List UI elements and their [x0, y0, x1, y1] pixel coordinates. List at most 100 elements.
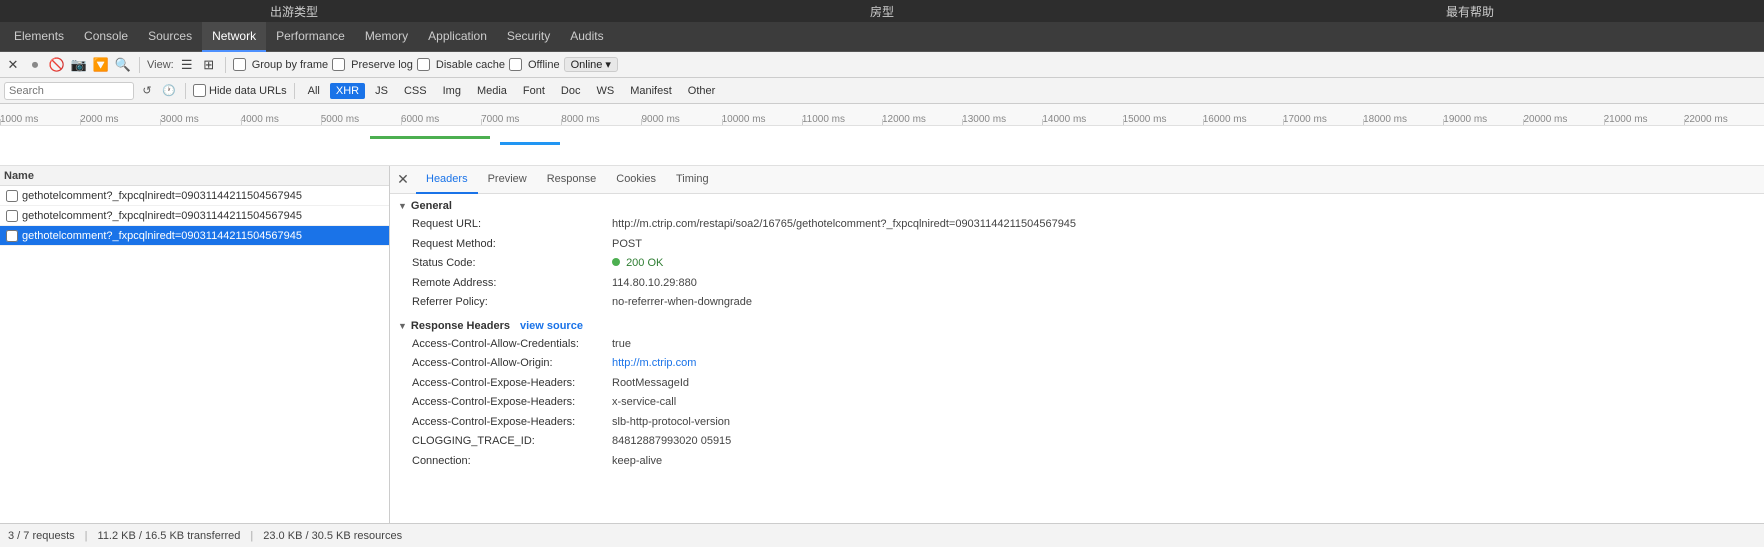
tab-performance[interactable]: Performance [266, 22, 355, 52]
record-button[interactable]: ⏺ [26, 56, 44, 74]
filter-doc-button[interactable]: Doc [555, 83, 587, 99]
chevron-down-icon: ▾ [605, 58, 611, 71]
tab-memory[interactable]: Memory [355, 22, 418, 52]
close-devtools-button[interactable]: ✕ [4, 56, 22, 74]
search-button[interactable]: 🔍 [114, 56, 132, 74]
response-header-row-2: Access-Control-Expose-Headers: RootMessa… [398, 375, 1756, 392]
refresh-filter-button[interactable]: ↺ [138, 82, 156, 100]
clock-filter-button[interactable]: 🕐 [160, 82, 178, 100]
status-dot [612, 258, 620, 266]
response-header-row-4: Access-Control-Expose-Headers: slb-http-… [398, 414, 1756, 431]
remote-address-row: Remote Address: 114.80.10.29:880 [398, 275, 1756, 292]
network-item-name: gethotelcomment?_fxpcqlniredt=0903114421… [22, 210, 302, 222]
ruler-tick: 11000 ms [802, 114, 845, 125]
offline-label[interactable]: Offline [509, 58, 560, 71]
devtools-tab-bar: Elements Console Sources Network Perform… [0, 22, 1764, 52]
tab-network[interactable]: Network [202, 22, 266, 52]
ruler-tick: 6000 ms [401, 114, 439, 125]
green-bar [370, 136, 490, 139]
filter-css-button[interactable]: CSS [398, 83, 433, 99]
tab-elements[interactable]: Elements [4, 22, 74, 52]
response-headers-section-header[interactable]: ▼ Response Headers view source [398, 320, 1756, 332]
requests-count: 3 / 7 requests [8, 530, 75, 542]
offline-checkbox[interactable] [509, 58, 522, 71]
headers-tabs-row: ✕ Headers Preview Response Cookies Timin… [390, 166, 1764, 194]
filter-xhr-button[interactable]: XHR [330, 83, 365, 99]
top-title-left: 出游类型 [0, 0, 588, 22]
tab-headers[interactable]: Headers [416, 166, 478, 194]
tab-preview[interactable]: Preview [478, 166, 537, 194]
response-header-key-1: Access-Control-Allow-Origin: [412, 355, 612, 372]
triangle-icon: ▼ [398, 201, 407, 211]
referrer-policy-row: Referrer Policy: no-referrer-when-downgr… [398, 294, 1756, 311]
view-source-link[interactable]: view source [520, 320, 583, 332]
tab-security[interactable]: Security [497, 22, 560, 52]
close-panel-button[interactable]: ✕ [394, 171, 412, 189]
ruler-tick: 4000 ms [241, 114, 279, 125]
toolbar-separator2 [225, 57, 226, 73]
ruler-tick: 18000 ms [1363, 114, 1407, 125]
item-checkbox-0[interactable] [6, 190, 18, 202]
ruler-tick: 19000 ms [1443, 114, 1487, 125]
disable-cache-checkbox[interactable] [417, 58, 430, 71]
tab-cookies[interactable]: Cookies [606, 166, 666, 194]
request-method-key: Request Method: [412, 236, 612, 253]
ruler-tick: 12000 ms [882, 114, 926, 125]
preserve-log-checkbox[interactable] [332, 58, 345, 71]
hide-data-urls-label[interactable]: Hide data URLs [193, 84, 287, 97]
resources-size: 23.0 KB / 30.5 KB resources [263, 530, 402, 542]
filter-img-button[interactable]: Img [437, 83, 467, 99]
network-item[interactable]: gethotelcomment?_fxpcqlniredt=0903114421… [0, 186, 389, 206]
filter-js-button[interactable]: JS [369, 83, 394, 99]
item-checkbox-1[interactable] [6, 210, 18, 222]
filter-separator2 [294, 83, 295, 99]
tab-audits[interactable]: Audits [560, 22, 613, 52]
filter-ws-button[interactable]: WS [590, 83, 620, 99]
top-title-bar: 出游类型 房型 最有帮助 [0, 0, 1764, 22]
filter-other-button[interactable]: Other [682, 83, 722, 99]
filter-media-button[interactable]: Media [471, 83, 513, 99]
disable-cache-label[interactable]: Disable cache [417, 58, 505, 71]
ruler-tick: 21000 ms [1604, 114, 1648, 125]
filter-all-button[interactable]: All [302, 83, 326, 99]
blue-bar [500, 142, 560, 145]
camera-button[interactable]: 📷 [70, 56, 88, 74]
group-by-frame-label[interactable]: Group by frame [233, 58, 328, 71]
online-badge[interactable]: Online ▾ [564, 57, 618, 72]
triangle-icon2: ▼ [398, 321, 407, 331]
tab-response[interactable]: Response [537, 166, 607, 194]
response-header-key-2: Access-Control-Expose-Headers: [412, 375, 612, 392]
network-item[interactable]: gethotelcomment?_fxpcqlniredt=0903114421… [0, 206, 389, 226]
request-method-value: POST [612, 236, 642, 253]
response-header-key-6: Connection: [412, 453, 612, 470]
tab-application[interactable]: Application [418, 22, 497, 52]
search-input[interactable] [4, 82, 134, 100]
response-header-val-3: x-service-call [612, 394, 676, 411]
preserve-log-label[interactable]: Preserve log [332, 58, 413, 71]
timeline-bar-area [0, 126, 1764, 166]
ruler-tick: 14000 ms [1042, 114, 1086, 125]
view-list-button[interactable]: ☰ [178, 56, 196, 74]
group-by-frame-checkbox[interactable] [233, 58, 246, 71]
response-header-key-0: Access-Control-Allow-Credentials: [412, 336, 612, 353]
network-item-selected[interactable]: gethotelcomment?_fxpcqlniredt=0903114421… [0, 226, 389, 246]
item-checkbox-2[interactable] [6, 230, 18, 242]
main-layout: Name gethotelcomment?_fxpcqlniredt=09031… [0, 166, 1764, 523]
response-header-key-4: Access-Control-Expose-Headers: [412, 414, 612, 431]
response-header-row-0: Access-Control-Allow-Credentials: true [398, 336, 1756, 353]
tab-console[interactable]: Console [74, 22, 138, 52]
response-header-row-1: Access-Control-Allow-Origin: http://m.ct… [398, 355, 1756, 372]
hide-data-urls-checkbox[interactable] [193, 84, 206, 97]
filter-font-button[interactable]: Font [517, 83, 551, 99]
general-section-header[interactable]: ▼ General [398, 200, 1756, 212]
network-list-panel: Name gethotelcomment?_fxpcqlniredt=09031… [0, 166, 390, 523]
filter-button[interactable]: 🔽 [92, 56, 110, 74]
tab-timing[interactable]: Timing [666, 166, 719, 194]
tab-sources[interactable]: Sources [138, 22, 202, 52]
view-large-button[interactable]: ⊞ [200, 56, 218, 74]
clear-button[interactable]: 🚫 [48, 56, 66, 74]
ruler-tick: 3000 ms [160, 114, 198, 125]
filter-manifest-button[interactable]: Manifest [624, 83, 678, 99]
origin-link[interactable]: http://m.ctrip.com [612, 357, 696, 369]
ruler-tick: 20000 ms [1523, 114, 1567, 125]
